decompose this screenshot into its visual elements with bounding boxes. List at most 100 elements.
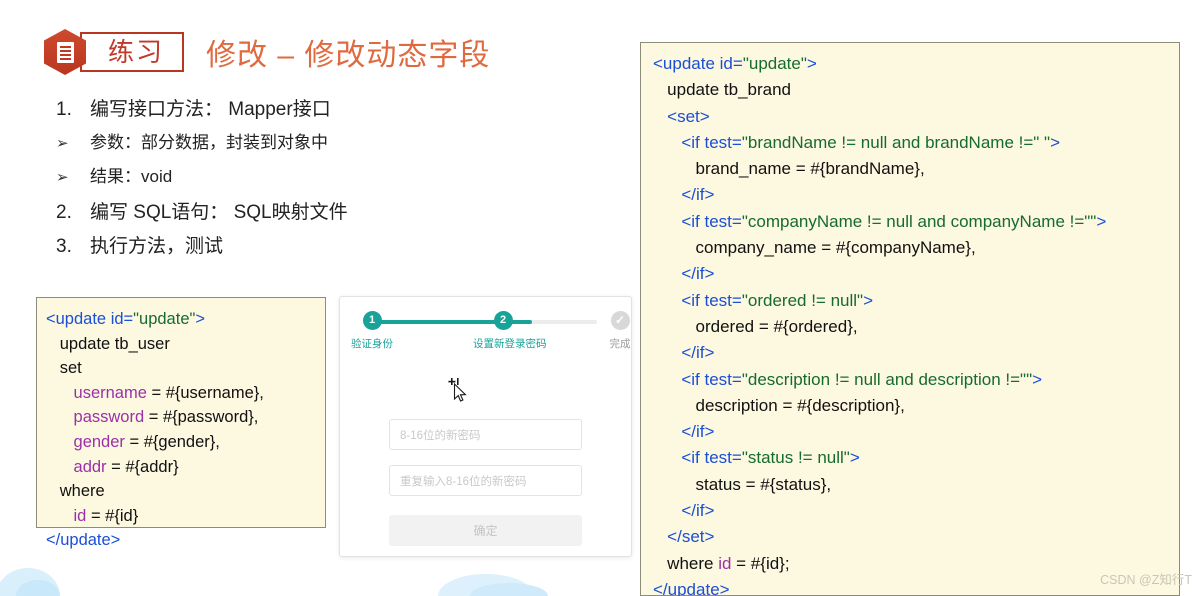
code-line: <if test="brandName != null and brandNam…: [653, 130, 1179, 156]
code-token: gender: [73, 432, 125, 451]
confirm-password-input[interactable]: 重复输入8-16位的新密码: [389, 465, 582, 496]
code-token: >: [1096, 211, 1107, 231]
step-text: 执行方法，测试: [90, 236, 224, 258]
code-line: brand_name = #{brandName},: [653, 156, 1179, 182]
step-text: 编写接口方法： Mapper接口: [90, 99, 331, 120]
code-token: = #{id}: [86, 506, 139, 525]
code-token: </if>: [681, 185, 715, 205]
code-token: <: [681, 211, 692, 231]
submit-button[interactable]: 确定: [389, 515, 582, 546]
code-token: "companyName != null and companyName !="…: [741, 211, 1097, 231]
code-token: where: [653, 553, 719, 573]
practice-badge-label: 练习: [108, 37, 165, 67]
code-token: update tb_brand: [653, 80, 792, 100]
check-icon: ✓: [610, 311, 630, 330]
wizard-step-1-dot: 1: [362, 311, 382, 330]
code-token: brand_name = #{brandName},: [653, 159, 925, 179]
code-token: </if>: [681, 343, 715, 363]
code-token: >: [1050, 132, 1061, 152]
code-line: </if>: [653, 261, 1179, 287]
code-token: id: [73, 506, 87, 525]
step-text: 参数：部分数据，封装到对象中: [90, 132, 328, 152]
code-token: >: [1032, 369, 1043, 389]
wizard-step-3-label: 完成: [609, 338, 631, 350]
code-token: </if>: [681, 264, 715, 284]
code-token: </if>: [681, 501, 715, 521]
code-token: "update": [742, 54, 807, 73]
code-line: ordered = #{ordered},: [653, 314, 1179, 340]
code-line: addr = #{addr}: [46, 455, 325, 480]
wizard-step-2[interactable]: 2 设置新登录密码: [473, 309, 547, 351]
steps-list: 1. 编写接口方法： Mapper接口 ➢ 参数：部分数据，封装到对象中 ➢ 结果：voi…: [56, 97, 486, 269]
step-item: 1. 编写接口方法： Mapper接口: [56, 97, 486, 123]
code-token: update tb_user: [46, 334, 170, 353]
code-token: description = #{description},: [653, 395, 905, 415]
code-line: update tb_brand: [653, 77, 1179, 103]
slide-header: 练习 修改 – 修改动态字段: [44, 29, 491, 75]
code-token: company_name = #{companyName},: [653, 238, 976, 258]
code-line: <update id="update">: [653, 51, 1179, 77]
code-line: set: [46, 356, 325, 381]
code-line: update tb_user: [46, 332, 325, 357]
code-line: <set>: [653, 104, 1179, 130]
code-token: = #{addr}: [106, 457, 179, 476]
step-marker: 1.: [56, 99, 72, 120]
wizard-step-3[interactable]: ✓ 完成: [590, 309, 631, 351]
new-password-placeholder: 8-16位的新密码: [400, 429, 481, 442]
page-title: 修改 – 修改动态字段: [206, 39, 491, 72]
code-token: if test=: [691, 211, 742, 231]
code-token: ordered = #{ordered},: [653, 316, 858, 336]
code-line: <if test="description != null and descri…: [653, 367, 1179, 393]
step-text: 编写 SQL语句： SQL映射文件: [90, 201, 348, 223]
new-password-input[interactable]: 8-16位的新密码: [389, 419, 582, 450]
wizard-step-1-label: 验证身份: [351, 338, 393, 350]
code-token: <update: [653, 54, 720, 73]
code-token: "brandName != null and brandName !=" ": [741, 132, 1051, 152]
watermark: CSDN @Z知行T: [1100, 573, 1192, 587]
step-item: ➢ 结果：void: [56, 166, 486, 189]
code-token: "description != null and description !="…: [741, 369, 1033, 389]
code-token: >: [195, 310, 205, 328]
code-token: if test=: [691, 448, 742, 468]
code-token: <: [681, 290, 692, 310]
code-token: = #{username},: [146, 383, 264, 402]
wizard-step-1[interactable]: 1 验证身份: [342, 309, 402, 351]
code-token: </if>: [681, 422, 715, 442]
code-line: </update>: [46, 528, 325, 553]
code-token: if test=: [691, 290, 742, 310]
code-token: password: [73, 408, 145, 427]
slide-canvas: 练习 修改 – 修改动态字段 1. 编写接口方法： Mapper接口 ➢ 参数：部分数…: [0, 0, 1192, 596]
code-token: >: [863, 290, 874, 310]
code-token: "status != null": [741, 448, 850, 468]
code-token: <update: [46, 310, 111, 328]
code-token: = #{id};: [731, 553, 790, 573]
code-token: where: [46, 482, 105, 501]
code-line: </set>: [653, 524, 1179, 550]
decorative-wave-center-outer: [438, 574, 534, 596]
code-line: </if>: [653, 182, 1179, 208]
code-token: </update>: [653, 579, 730, 596]
code-line: password = #{password},: [46, 405, 325, 430]
code-line: <if test="status != null">: [653, 445, 1179, 471]
code-token: if test=: [691, 132, 742, 152]
code-token: set: [46, 359, 82, 378]
code-line: description = #{description},: [653, 393, 1179, 419]
code-token: <set>: [667, 106, 710, 126]
code-line: </if>: [653, 340, 1179, 366]
practice-badge-box: 练习: [80, 32, 185, 72]
code-block-right: <update id="update"> update tb_brand <se…: [640, 42, 1180, 596]
code-token: </set>: [667, 527, 715, 547]
code-line: </if>: [653, 498, 1179, 524]
confirm-password-placeholder: 重复输入8-16位的新密码: [400, 475, 527, 488]
code-line: <if test="companyName != null and compan…: [653, 209, 1179, 235]
decorative-wave-center-inner: [470, 583, 548, 596]
